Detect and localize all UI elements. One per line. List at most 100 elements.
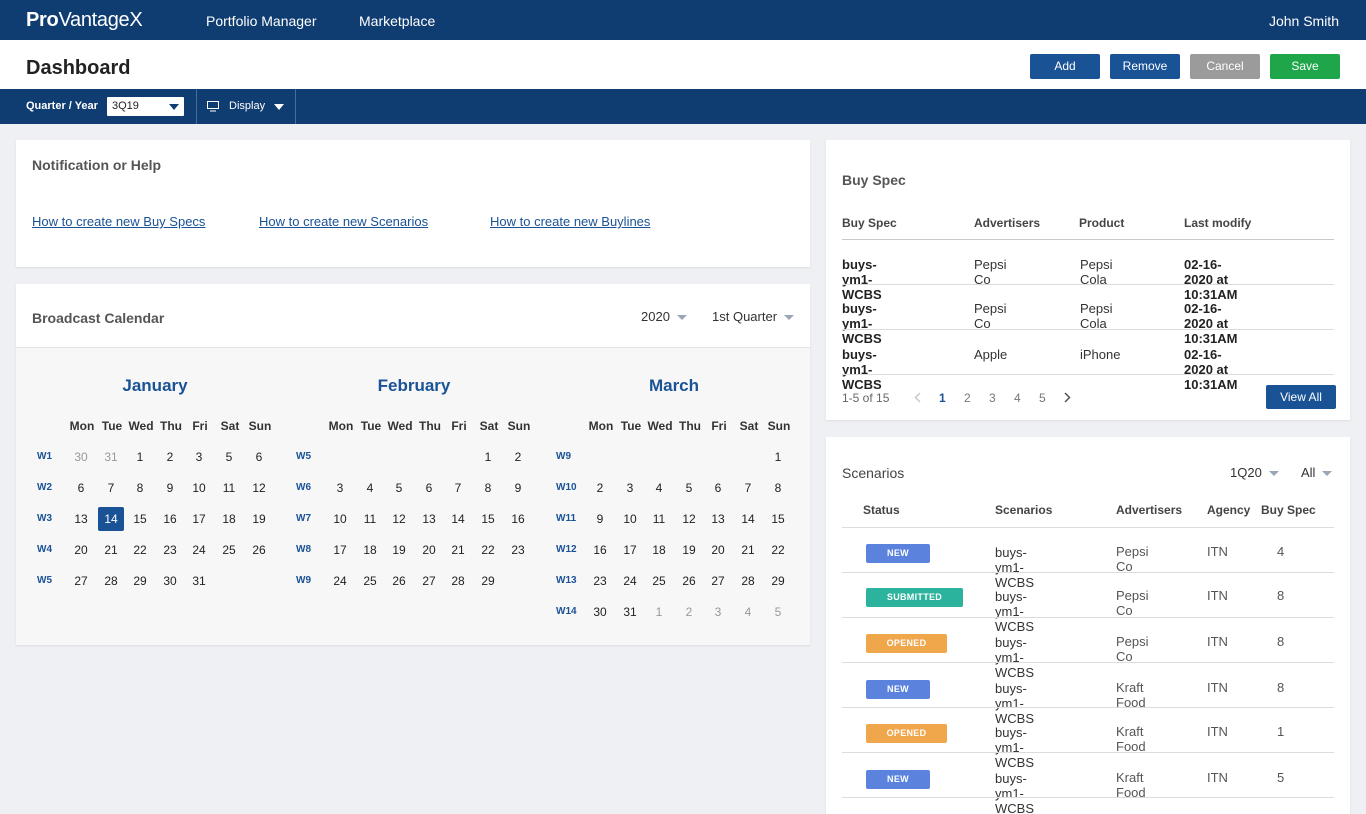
day-cell[interactable]: 12: [246, 476, 272, 500]
day-cell[interactable]: 11: [357, 507, 383, 531]
column-header-last-modify[interactable]: Last modify: [1184, 216, 1251, 230]
day-cell[interactable]: 22: [127, 538, 153, 562]
day-cell[interactable]: 10: [327, 507, 353, 531]
day-cell[interactable]: 19: [246, 507, 272, 531]
day-cell[interactable]: 24: [327, 569, 353, 593]
day-cell[interactable]: 14: [735, 507, 761, 531]
day-cell[interactable]: 7: [445, 476, 471, 500]
day-cell[interactable]: 13: [705, 507, 731, 531]
day-cell[interactable]: 27: [705, 569, 731, 593]
remove-button[interactable]: Remove: [1110, 54, 1180, 79]
week-label[interactable]: W11: [556, 507, 582, 531]
day-cell[interactable]: 8: [765, 476, 791, 500]
week-label[interactable]: W9: [556, 445, 582, 469]
day-cell[interactable]: 15: [765, 507, 791, 531]
day-cell[interactable]: 13: [416, 507, 442, 531]
day-cell[interactable]: 18: [216, 507, 242, 531]
day-cell[interactable]: 21: [98, 538, 124, 562]
day-cell[interactable]: 17: [327, 538, 353, 562]
user-name[interactable]: John Smith: [1269, 13, 1339, 29]
day-cell[interactable]: 24: [186, 538, 212, 562]
week-label[interactable]: W6: [296, 476, 322, 500]
day-cell[interactable]: 5: [216, 445, 242, 469]
week-label[interactable]: W12: [556, 538, 582, 562]
day-cell[interactable]: 6: [68, 476, 94, 500]
week-label[interactable]: W5: [37, 569, 63, 593]
day-cell[interactable]: 5: [386, 476, 412, 500]
day-cell[interactable]: 3: [705, 600, 731, 624]
chevron-left-icon[interactable]: [914, 392, 921, 403]
week-label[interactable]: W5: [296, 445, 322, 469]
day-cell[interactable]: 31: [186, 569, 212, 593]
day-cell[interactable]: 21: [735, 538, 761, 562]
day-cell[interactable]: 9: [505, 476, 531, 500]
day-cell[interactable]: 20: [416, 538, 442, 562]
week-label[interactable]: W2: [37, 476, 63, 500]
day-cell[interactable]: 12: [676, 507, 702, 531]
day-cell[interactable]: 7: [98, 476, 124, 500]
day-cell[interactable]: 1: [475, 445, 501, 469]
help-link-scenarios[interactable]: How to create new Scenarios: [259, 214, 428, 229]
day-cell[interactable]: 25: [357, 569, 383, 593]
day-cell[interactable]: 4: [735, 600, 761, 624]
day-cell[interactable]: 17: [617, 538, 643, 562]
page-1[interactable]: 1: [939, 391, 946, 405]
day-cell[interactable]: 12: [386, 507, 412, 531]
day-cell[interactable]: 15: [475, 507, 501, 531]
add-button[interactable]: Add: [1030, 54, 1100, 79]
week-label[interactable]: W1: [37, 445, 63, 469]
day-cell[interactable]: 7: [735, 476, 761, 500]
day-cell[interactable]: 28: [445, 569, 471, 593]
day-cell[interactable]: 18: [646, 538, 672, 562]
day-cell[interactable]: 27: [416, 569, 442, 593]
day-cell[interactable]: 10: [617, 507, 643, 531]
day-cell[interactable]: 20: [68, 538, 94, 562]
week-label[interactable]: W3: [37, 507, 63, 531]
column-header-agency[interactable]: Agency: [1207, 503, 1250, 517]
day-cell[interactable]: 1: [765, 445, 791, 469]
week-label[interactable]: W4: [37, 538, 63, 562]
page-2[interactable]: 2: [964, 391, 971, 405]
day-cell[interactable]: 13: [68, 507, 94, 531]
day-cell[interactable]: 26: [246, 538, 272, 562]
day-cell[interactable]: 4: [646, 476, 672, 500]
day-cell[interactable]: 18: [357, 538, 383, 562]
day-cell[interactable]: 19: [676, 538, 702, 562]
day-cell[interactable]: 9: [587, 507, 613, 531]
column-header-scenarios[interactable]: Scenarios: [995, 503, 1052, 517]
day-cell[interactable]: 5: [765, 600, 791, 624]
day-cell[interactable]: 16: [505, 507, 531, 531]
column-header-buy-spec[interactable]: Buy Spec: [842, 216, 897, 230]
scenarios-quarter-dropdown[interactable]: 1Q20: [1230, 465, 1279, 480]
day-cell[interactable]: 23: [157, 538, 183, 562]
page-5[interactable]: 5: [1039, 391, 1046, 405]
day-cell[interactable]: 11: [216, 476, 242, 500]
day-cell[interactable]: 30: [157, 569, 183, 593]
day-cell[interactable]: 3: [617, 476, 643, 500]
day-cell[interactable]: 25: [646, 569, 672, 593]
logo[interactable]: ProVantageX: [26, 9, 143, 32]
calendar-year-dropdown[interactable]: 2020: [641, 309, 687, 324]
week-label[interactable]: W14: [556, 600, 582, 624]
week-label[interactable]: W10: [556, 476, 582, 500]
day-cell[interactable]: 3: [327, 476, 353, 500]
column-header-status[interactable]: Status: [863, 503, 900, 517]
day-cell[interactable]: 16: [157, 507, 183, 531]
day-cell[interactable]: 5: [676, 476, 702, 500]
day-cell[interactable]: 23: [505, 538, 531, 562]
view-all-button[interactable]: View All: [1266, 385, 1336, 409]
week-label[interactable]: W8: [296, 538, 322, 562]
day-cell[interactable]: 8: [127, 476, 153, 500]
day-cell[interactable]: 30: [68, 445, 94, 469]
cancel-button[interactable]: Cancel: [1190, 54, 1260, 79]
day-cell[interactable]: 6: [705, 476, 731, 500]
day-cell[interactable]: 31: [617, 600, 643, 624]
day-cell[interactable]: 21: [445, 538, 471, 562]
day-cell[interactable]: 28: [98, 569, 124, 593]
day-cell[interactable]: 24: [617, 569, 643, 593]
day-cell[interactable]: 22: [475, 538, 501, 562]
day-cell[interactable]: 23: [587, 569, 613, 593]
day-cell[interactable]: 14: [445, 507, 471, 531]
chevron-right-icon[interactable]: [1064, 392, 1071, 403]
day-cell[interactable]: 29: [475, 569, 501, 593]
